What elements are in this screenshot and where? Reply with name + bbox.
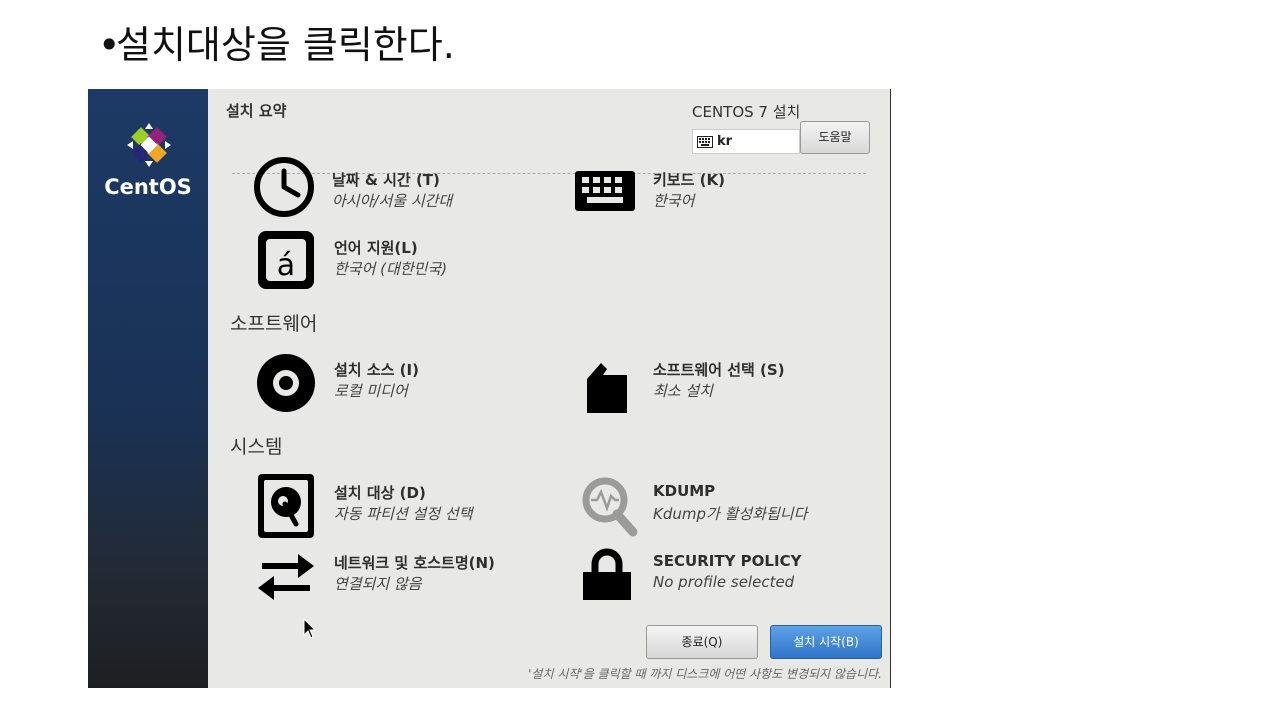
quit-button[interactable]: 종료(Q) [646, 625, 758, 659]
spoke-language[interactable]: á 언어 지원(L) 한국어 (대한민국) [254, 229, 554, 293]
spoke-title: KDUMP [653, 482, 716, 500]
spoke-status: 로컬 미디어 [334, 382, 408, 400]
spoke-title: 언어 지원(L) [334, 239, 418, 257]
spoke-status: 한국어 [653, 192, 695, 210]
keyboard-layout-indicator[interactable]: kr [692, 129, 800, 154]
spoke-title: 네트워크 및 호스트명(N) [334, 554, 495, 572]
network-arrows-icon [258, 554, 314, 600]
help-button[interactable]: 도움말 [800, 121, 870, 154]
spoke-status: Kdump가 활성화됩니다 [653, 505, 808, 523]
spoke-status: 한국어 (대한민국) [334, 260, 448, 278]
centos-logo-icon [127, 123, 171, 167]
svg-text:á: á [277, 248, 295, 283]
spoke-title: 설치 소스 (I) [334, 361, 419, 379]
mouse-cursor-icon [303, 618, 317, 639]
spoke-install-source[interactable]: 설치 소스 (I) 로컬 미디어 [254, 351, 554, 415]
spoke-status: 자동 파티션 설정 선택 [334, 505, 473, 523]
lock-icon [583, 548, 631, 600]
section-title-system: 시스템 [230, 436, 283, 458]
keyboard-small-icon [697, 135, 713, 148]
slide-bullet: •설치대상을 클릭한다. [98, 14, 455, 69]
sidebar: CentOS [88, 89, 208, 688]
spoke-title: 소프트웨어 선택 (S) [653, 361, 785, 379]
spoke-title: 키보드 (K) [653, 171, 725, 189]
spoke-title: SECURITY POLICY [653, 552, 802, 570]
installer-window: CentOS 설치 요약 CENTOS 7 설치 kr 도움말 날짜 & 시간 … [88, 89, 891, 688]
language-icon: á [258, 231, 314, 289]
spoke-status: 최소 설치 [653, 382, 713, 400]
spoke-software-selection[interactable]: 소프트웨어 선택 (S) 최소 설치 [573, 351, 873, 415]
footer-note: '설치 시작'을 클릭할 때 까지 디스크에 어떤 사항도 변경되지 않습니다. [528, 667, 882, 681]
spoke-kdump[interactable]: KDUMP Kdump가 활성화됩니다 [577, 474, 877, 538]
slide-bullet-text: 설치대상을 클릭한다. [116, 23, 455, 67]
spoke-install-destination[interactable]: 설치 대상 (D) 자동 파티션 설정 선택 [254, 474, 554, 538]
spoke-network[interactable]: 네트워크 및 호스트명(N) 연결되지 않음 [254, 544, 574, 608]
spoke-keyboard[interactable]: 키보드 (K) 한국어 [573, 155, 873, 219]
keyboard-icon [575, 171, 635, 211]
spoke-datetime[interactable]: 날짜 & 시간 (T) 아시아/서울 시간대 [252, 155, 552, 219]
bullet-dot: • [98, 23, 121, 67]
brand-name: CentOS [104, 175, 192, 199]
spoke-title: 날짜 & 시간 (T) [332, 171, 440, 189]
page-title: 설치 요약 [226, 102, 287, 120]
disc-icon [257, 354, 315, 412]
spoke-status: 연결되지 않음 [334, 575, 422, 593]
spoke-status: 아시아/서울 시간대 [332, 192, 453, 210]
spoke-status: No profile selected [653, 573, 795, 591]
keyboard-layout-label: kr [717, 134, 733, 149]
begin-installation-button[interactable]: 설치 시작(B) [770, 625, 882, 659]
harddisk-icon [258, 474, 314, 538]
spoke-title: 설치 대상 (D) [334, 484, 426, 502]
product-title: CENTOS 7 설치 [692, 103, 801, 121]
package-icon [587, 363, 627, 413]
spoke-security-policy[interactable]: SECURITY POLICY No profile selected [575, 544, 875, 608]
clock-icon [254, 157, 314, 217]
main-panel: 설치 요약 CENTOS 7 설치 kr 도움말 날짜 & 시간 (T) 아시아… [208, 89, 890, 688]
section-title-software: 소프트웨어 [230, 313, 318, 335]
magnifier-icon [582, 477, 638, 537]
